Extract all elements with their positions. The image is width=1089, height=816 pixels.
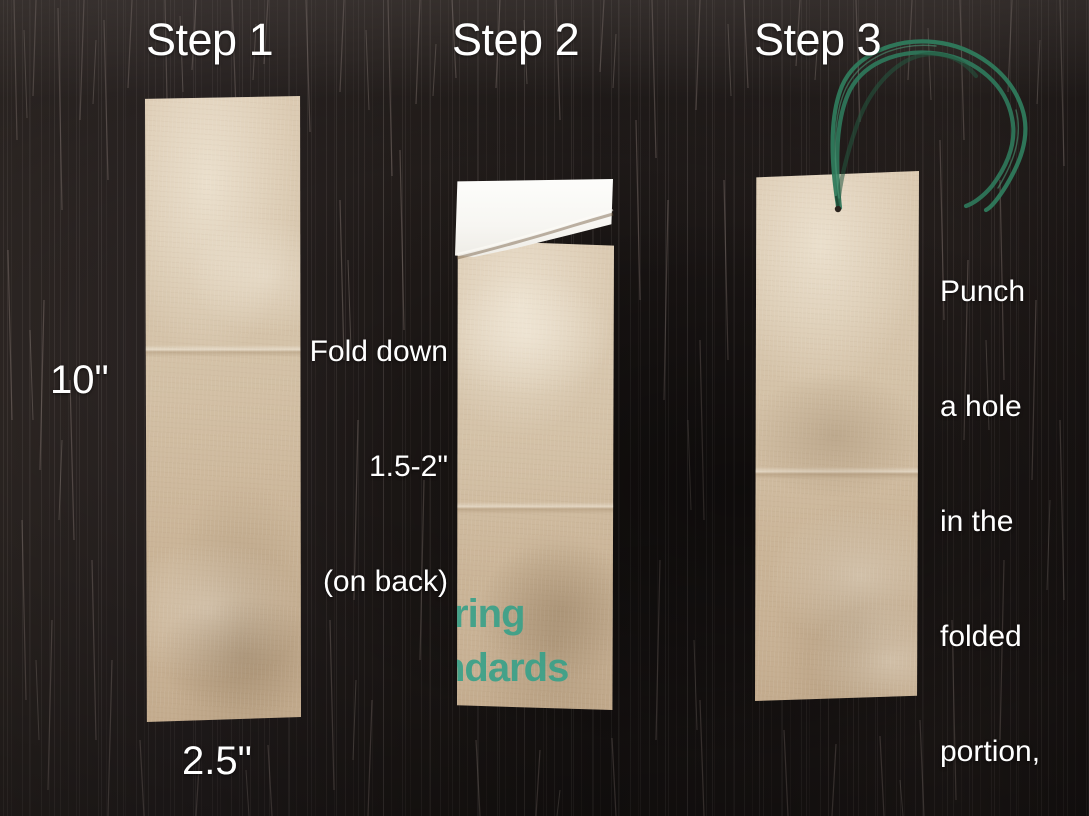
width-dimension-label: 2.5" [182,739,252,783]
instruction-photo: ring ndards 980. Step 1 Step 2 Step 3 [0,0,1089,816]
step-2-instruction-note: Fold down 1.5-2" (on back) [300,256,448,678]
step-3-note-line-1: Punch [940,274,1026,308]
step-2-note-line-3: (on back) [322,565,448,599]
step-3-note-line-5: portion, [940,735,1041,769]
step-2-title: Step 2 [452,14,580,65]
height-dimension-label: 10" [50,358,109,402]
step-1-title: Step 1 [146,14,274,65]
step-3-note-line-3: in the [940,505,1014,539]
bag1-fold-crease [145,345,301,357]
bag3-shadow-wrinkle [755,371,919,501]
step-3-note-line-4: folded [940,620,1022,654]
step-3-instruction-note: Punch a hole in the folded portion, and … [940,196,1089,816]
bag2-highlight-wrinkle [457,270,614,400]
step-3-note-line-2: a hole [940,389,1022,423]
step-3-title: Step 3 [754,14,882,65]
step-2-note-line-2: 1.5-2" [368,449,448,483]
printed-text-line-2: ndards [457,646,569,690]
printed-text-line-1: ring [457,592,526,636]
paper-bag-step1 [145,96,301,722]
bag2-fold-crease [457,502,614,514]
step-2-note-line-1: Fold down [309,334,448,368]
paper-bag-step2: ring ndards 980. [457,240,614,710]
paper-bag-step3 [755,171,919,701]
